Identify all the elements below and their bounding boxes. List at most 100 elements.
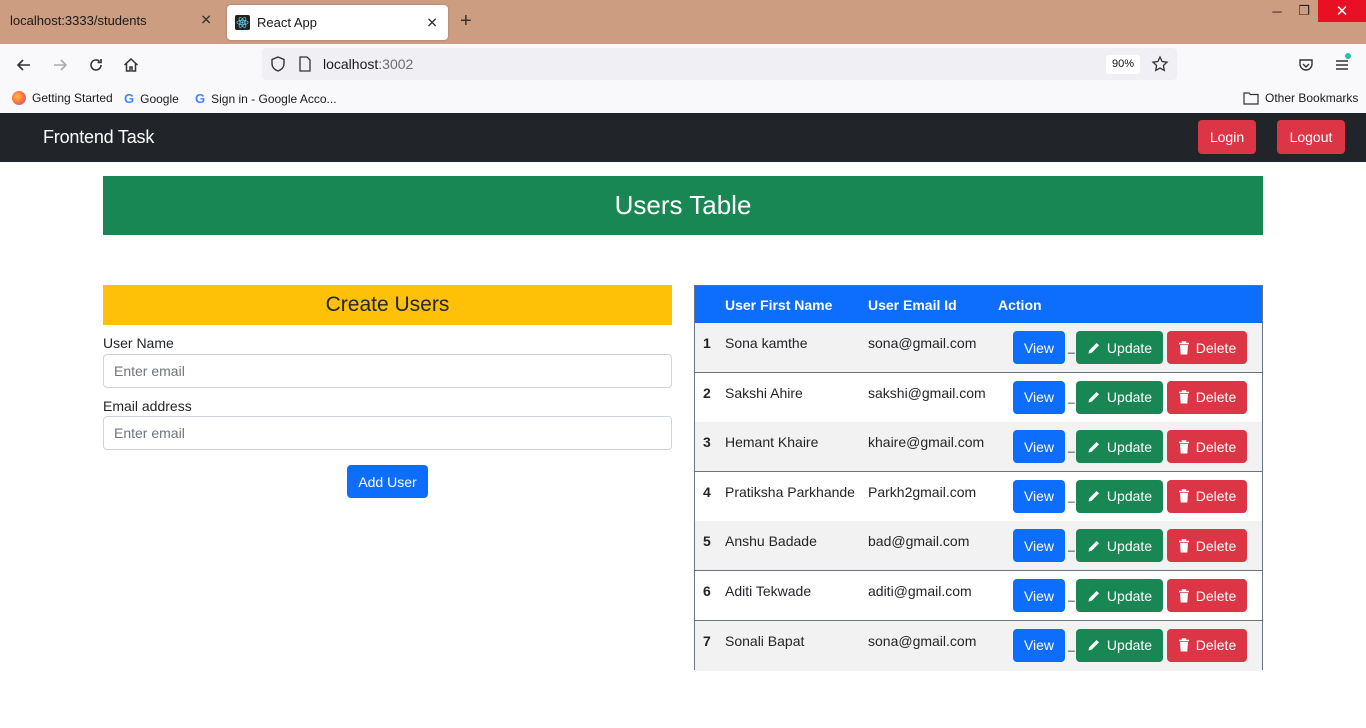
trash-icon — [1178, 340, 1189, 354]
trash-icon — [1178, 439, 1189, 454]
zoom-level-badge[interactable]: 90% — [1106, 55, 1141, 74]
update-label: Update — [1106, 438, 1153, 455]
separator: _ — [1068, 588, 1075, 602]
pocket-icon[interactable] — [1297, 56, 1315, 74]
add-user-button[interactable]: Add User — [347, 465, 428, 498]
react-logo-icon — [235, 15, 250, 30]
pencil-icon — [1088, 392, 1099, 403]
view-label: View — [1023, 339, 1055, 356]
trash-icon — [1178, 539, 1189, 553]
view-label: View — [1023, 637, 1055, 654]
window-close-icon[interactable]: ✕ — [1318, 0, 1366, 22]
email-cell: sona@gmail.com — [868, 335, 977, 351]
view-button[interactable]: View — [1013, 430, 1065, 464]
shield-icon[interactable] — [269, 55, 287, 73]
restore-icon[interactable]: ❐ — [1293, 0, 1315, 22]
first-name-cell: Sona kamthe — [725, 335, 808, 351]
bookmark-label: Getting Started — [32, 91, 113, 105]
delete-label: Delete — [1195, 537, 1237, 554]
trash-icon — [1178, 390, 1189, 404]
back-icon[interactable] — [14, 55, 34, 75]
delete-button[interactable]: Delete — [1167, 380, 1247, 414]
separator: _ — [1068, 488, 1075, 503]
delete-button[interactable]: Delete — [1167, 579, 1247, 612]
update-button[interactable]: Update — [1076, 479, 1163, 513]
other-bookmarks-label: Other Bookmarks — [1265, 91, 1359, 105]
bookmark-label: Sign in - Google Acco... — [211, 91, 337, 106]
firefox-icon — [12, 91, 26, 105]
delete-button[interactable]: Delete — [1167, 430, 1247, 464]
update-button[interactable]: Update — [1076, 579, 1163, 612]
minimize-icon[interactable]: ─ — [1266, 0, 1288, 22]
close-tab-icon[interactable]: ✕ — [200, 12, 212, 29]
separator: _ — [1068, 340, 1075, 354]
delete-button[interactable]: Delete — [1167, 479, 1247, 513]
view-button[interactable]: View — [1013, 479, 1065, 513]
separator: _ — [1068, 538, 1075, 553]
browser-toolbar: localhost:3002 90% — [0, 44, 1366, 86]
pencil-icon — [1088, 491, 1099, 502]
email-label: Email address — [103, 398, 192, 414]
delete-label: Delete — [1195, 438, 1237, 455]
bookmarks-bar: Getting Started G Google G Sign in - Goo… — [0, 86, 1366, 113]
email-cell: sakshi@gmail.com — [868, 384, 986, 401]
view-button[interactable]: View — [1013, 529, 1065, 563]
separator: _ — [1068, 439, 1075, 454]
bookmark-getting-started[interactable]: Getting Started — [12, 91, 113, 105]
pencil-icon — [1088, 590, 1099, 601]
bookmark-google-signin[interactable]: G Sign in - Google Acco... — [195, 91, 337, 106]
close-tab-icon[interactable]: ✕ — [426, 14, 438, 31]
first-name-cell: Pratiksha Parkhande — [725, 483, 855, 500]
update-button[interactable]: Update — [1076, 529, 1163, 563]
delete-button[interactable]: Delete — [1167, 628, 1247, 662]
logout-button[interactable]: Logout — [1277, 120, 1345, 154]
view-button[interactable]: View — [1013, 579, 1065, 612]
update-dot-icon — [1345, 53, 1351, 59]
email-input[interactable] — [103, 416, 672, 450]
header-first-name: User First Name — [725, 297, 833, 313]
tab-title: React App — [257, 15, 317, 30]
update-button[interactable]: Update — [1076, 628, 1163, 662]
tab-react-app[interactable]: React App ✕ — [227, 5, 448, 40]
login-button[interactable]: Login — [1198, 120, 1256, 154]
update-button[interactable]: Update — [1076, 380, 1163, 414]
delete-label: Delete — [1195, 637, 1237, 654]
table-row: 6 Aditi Tekwade aditi@gmail.com View _ Update… — [695, 571, 1262, 621]
username-label: User Name — [103, 335, 174, 351]
home-icon[interactable] — [121, 55, 141, 75]
row-number: 3 — [703, 434, 711, 451]
folder-icon — [1243, 92, 1259, 105]
first-name-cell: Sakshi Ahire — [725, 384, 803, 401]
tab-students[interactable]: localhost:3333/students ✕ — [0, 0, 222, 40]
email-cell: sona@gmail.com — [868, 632, 977, 649]
view-button[interactable]: View — [1013, 380, 1065, 414]
header-email: User Email Id — [868, 297, 957, 313]
navbar-brand[interactable]: Frontend Task — [43, 127, 154, 148]
row-number: 5 — [703, 533, 711, 550]
reload-icon[interactable] — [86, 55, 106, 75]
table-row: 7 Sonali Bapat sona@gmail.com View _ Update De… — [695, 620, 1262, 671]
pencil-icon — [1088, 342, 1099, 353]
view-button[interactable]: View — [1013, 331, 1065, 364]
delete-button[interactable]: Delete — [1167, 331, 1247, 364]
update-button[interactable]: Update — [1076, 430, 1163, 464]
pencil-icon — [1088, 441, 1099, 453]
bookmark-star-icon[interactable] — [1151, 55, 1169, 73]
username-input[interactable] — [103, 354, 672, 388]
separator: _ — [1068, 637, 1075, 652]
delete-button[interactable]: Delete — [1167, 529, 1247, 563]
menu-icon[interactable] — [1333, 53, 1351, 79]
url-text[interactable]: localhost:3002 — [323, 56, 413, 72]
bookmark-google[interactable]: G Google — [124, 91, 179, 106]
view-label: View — [1023, 438, 1055, 455]
new-tab-icon[interactable]: + — [460, 10, 472, 32]
delete-label: Delete — [1195, 587, 1237, 604]
table-row: 1 Sona kamthe sona@gmail.com View _ Update Del… — [695, 323, 1262, 373]
view-button[interactable]: View — [1013, 628, 1065, 662]
forward-icon[interactable] — [50, 55, 70, 75]
update-button[interactable]: Update — [1076, 331, 1163, 364]
other-bookmarks[interactable]: Other Bookmarks — [1243, 91, 1358, 105]
view-label: View — [1023, 587, 1055, 604]
update-label: Update — [1106, 537, 1153, 554]
address-bar[interactable]: localhost:3002 90% — [262, 48, 1177, 80]
